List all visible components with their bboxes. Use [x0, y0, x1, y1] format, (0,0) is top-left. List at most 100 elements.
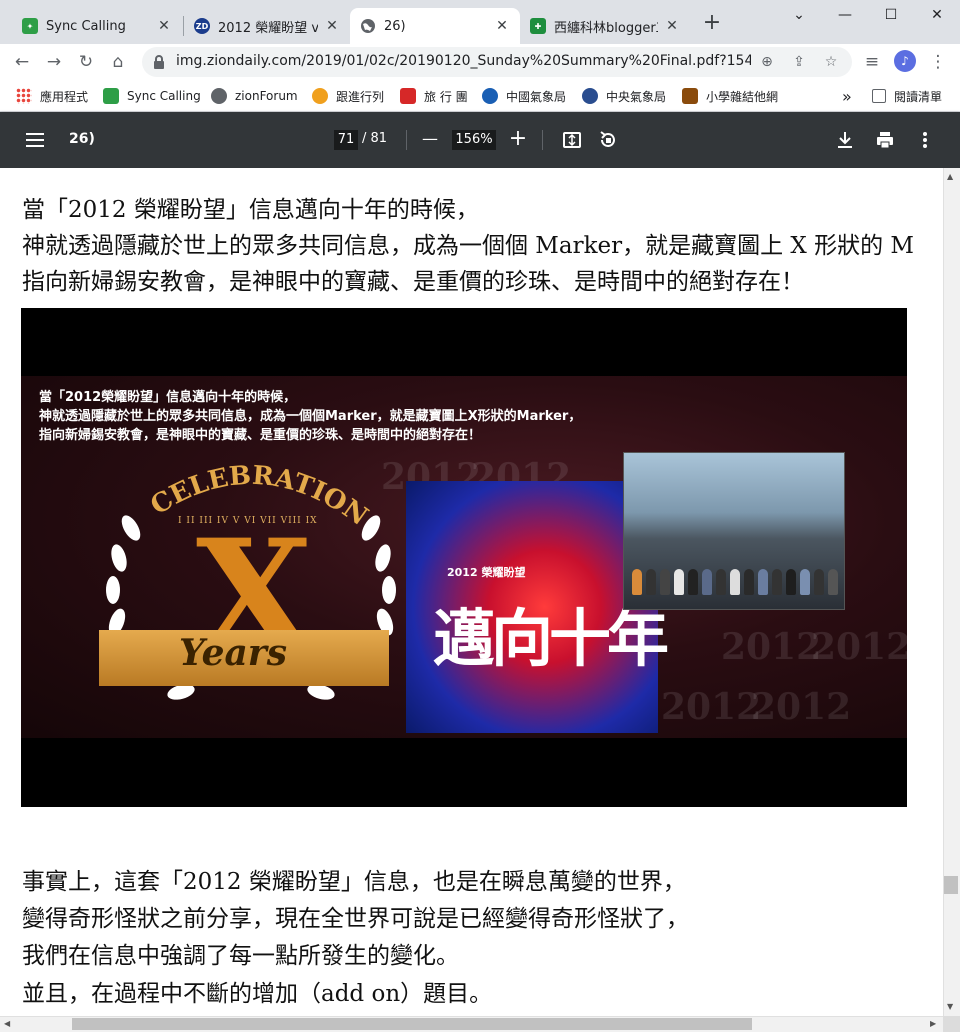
bookmark-label: Sync Calling	[127, 89, 201, 103]
bookmark-star-icon[interactable]: ☆	[820, 51, 842, 73]
bookmark-label: 小學雜結他網	[706, 89, 779, 104]
close-icon[interactable]: ✕	[494, 18, 510, 34]
text-line: 指向新婦錫安教會，是神眼中的寶藏、是重價的珍珠、是時間中的絕對存在！	[22, 269, 804, 295]
bookmark-label: 應用程式	[40, 89, 89, 104]
back-button[interactable]: ←	[10, 50, 34, 74]
tab-sync-calling[interactable]: ✦ Sync Calling ✕	[12, 8, 182, 44]
watermark-text: 2012	[661, 686, 762, 728]
banner-text-line: 指向新婦錫安教會，是神眼中的寶藏、是重價的珍珠、是時間中的絕對存在！	[39, 428, 482, 443]
browser-toolbar: ← → ↻ ⌂ img.ziondaily.com/2019/01/02c/20…	[0, 44, 960, 80]
tab-title: 26)	[384, 18, 406, 34]
tab-pdf-active[interactable]: 26) ✕	[350, 8, 520, 44]
rotate-icon[interactable]	[596, 128, 620, 152]
tab-title: 2012 榮耀盼望 vol.	[218, 20, 318, 36]
tab-strip: ✦ Sync Calling ✕ ZD 2012 榮耀盼望 vol. ✕ 26)…	[0, 0, 960, 44]
zoom-level-input[interactable]: 156%	[452, 130, 496, 150]
pdf-toolbar: 26) 71 / 81 — 156% +	[0, 112, 960, 168]
palette-icon	[312, 88, 328, 104]
forward-button[interactable]: →	[42, 50, 66, 74]
scroll-right-icon[interactable]: ▶	[930, 1019, 936, 1028]
maximize-button[interactable]: ☐	[868, 0, 914, 30]
page-number-input[interactable]: 71	[334, 130, 358, 150]
vertical-scroll-thumb[interactable]	[944, 876, 958, 894]
profile-avatar[interactable]: ♪	[894, 50, 916, 72]
banner-text-line: 神就透過隱藏於世上的眾多共同信息，成為一個個Marker，就是藏寶圖上X形狀的M…	[39, 409, 582, 424]
lock-icon[interactable]	[152, 54, 166, 70]
fit-page-icon[interactable]	[560, 128, 584, 152]
sidebar-menu-icon[interactable]	[26, 133, 44, 147]
reload-button[interactable]: ↻	[74, 50, 98, 74]
menu-icon[interactable]: ⋮	[926, 50, 950, 74]
bookmark-zionforum[interactable]: zionForum	[211, 85, 298, 107]
bookmark-sync-calling[interactable]: Sync Calling	[103, 85, 201, 107]
bookmark-label: 中央氣象局	[606, 89, 667, 104]
bookmarks-bar: 應用程式 Sync Calling zionForum 跟進行列 旅 行 團 中…	[0, 80, 960, 112]
close-icon[interactable]: ✕	[664, 18, 680, 34]
page-total: / 81	[362, 131, 388, 146]
home-button[interactable]: ⌂	[106, 50, 130, 74]
scroll-left-icon[interactable]: ◀	[4, 1019, 10, 1028]
bookmark-apps[interactable]: 應用程式	[16, 85, 88, 107]
tab-search-button[interactable]: ⌄	[776, 0, 822, 30]
reading-list-label: 閱讀清單	[894, 89, 943, 104]
bookmark-cwb[interactable]: 中央氣象局	[582, 85, 666, 107]
bookmark-tour[interactable]: 旅 行 團	[400, 85, 468, 107]
bookmark-label: zionForum	[235, 89, 298, 103]
more-options-icon[interactable]	[913, 128, 937, 152]
banner-text-line: 當「2012榮耀盼望」信息邁向十年的時候，	[39, 390, 297, 405]
zd-icon: ZD	[194, 18, 210, 34]
download-icon[interactable]	[833, 128, 857, 152]
bookmark-cma[interactable]: 中國氣象局	[482, 85, 566, 107]
close-icon[interactable]: ✕	[156, 18, 172, 34]
apps-grid-icon	[16, 88, 32, 104]
text-line: 變得奇形怪狀之前分享，現在全世界可說是已經變得奇形怪狀了，	[22, 906, 689, 932]
text-line: 事實上，這套「2012 榮耀盼望」信息，也是在瞬息萬變的世界，	[22, 869, 686, 895]
panel-subtitle: 2012 榮耀盼望	[447, 566, 526, 579]
tour-icon	[400, 88, 416, 104]
zoom-out-button[interactable]: —	[420, 126, 440, 152]
close-icon[interactable]: ✕	[324, 18, 340, 34]
bookmarks-more-button[interactable]: »	[842, 85, 852, 107]
scroll-up-icon[interactable]: ▲	[947, 172, 953, 181]
url-text[interactable]: img.ziondaily.com/2019/01/02c/20190120_S…	[176, 53, 751, 69]
minimize-button[interactable]: —	[822, 0, 868, 30]
pdf-page: 當「2012 榮耀盼望」信息邁向十年的時候， 神就透過隱藏於世上的眾多共同信息，…	[0, 168, 943, 1016]
tab-ziondaily[interactable]: ZD 2012 榮耀盼望 vol. ✕	[184, 8, 350, 44]
tab-title: 西纏科林blogger工	[554, 20, 658, 36]
scroll-down-icon[interactable]: ▼	[947, 1002, 953, 1011]
bookmark-label: 旅 行 團	[424, 89, 468, 104]
cross-icon: ✚	[530, 18, 546, 34]
sync-calling-icon	[103, 88, 119, 104]
bookmark-follow-up[interactable]: 跟進行列	[312, 85, 384, 107]
toolbar-divider	[542, 130, 543, 150]
reading-list-button[interactable]: 閱讀清單	[872, 85, 942, 107]
watermark-text: 2012	[751, 686, 852, 728]
horizontal-scroll-thumb[interactable]	[72, 1018, 752, 1030]
pdf-title: 26)	[69, 131, 95, 147]
globe-icon	[360, 18, 376, 34]
tab-blogger[interactable]: ✚ 西纏科林blogger工 ✕	[520, 8, 690, 44]
globe-icon	[211, 88, 227, 104]
bookmark-guitar[interactable]: 小學雜結他網	[682, 85, 778, 107]
text-line: 當「2012 榮耀盼望」信息邁向十年的時候，	[22, 197, 479, 223]
close-window-button[interactable]: ✕	[914, 0, 960, 30]
text-line: 並且，在過程中不斷的增加（add on）題目。	[22, 981, 493, 1007]
watermark-text: 2012	[721, 626, 822, 668]
zoom-in-button[interactable]: +	[508, 126, 528, 152]
bookmark-label: 中國氣象局	[506, 89, 567, 104]
watermark-text: 2012	[811, 626, 907, 668]
group-photo-image	[623, 452, 845, 610]
media-control-icon[interactable]: ≡	[860, 50, 884, 74]
years-text: Years	[179, 632, 288, 674]
celebration-banner-image: 2012 2012 2012 2012 2012 2012 當「2012榮耀盼望…	[21, 308, 907, 807]
text-line: 我們在信息中強調了每一點所發生的變化。	[22, 943, 459, 969]
zoom-icon[interactable]: ⊕	[756, 51, 778, 73]
eye-icon	[582, 88, 598, 104]
reading-list-icon	[872, 89, 886, 103]
address-bar[interactable]: img.ziondaily.com/2019/01/02c/20190120_S…	[142, 47, 852, 77]
print-icon[interactable]	[873, 128, 897, 152]
new-tab-button[interactable]: +	[700, 12, 724, 36]
toolbar-divider	[406, 130, 407, 150]
share-icon[interactable]: ⇪	[788, 51, 810, 73]
weather-icon	[482, 88, 498, 104]
